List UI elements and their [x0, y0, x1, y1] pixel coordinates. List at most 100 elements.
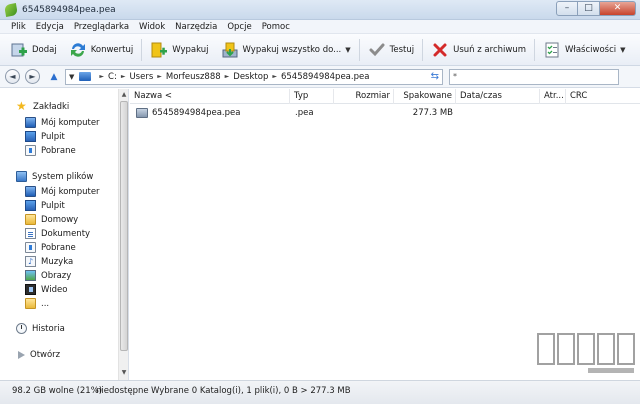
- status-selection: Wybrane 0 Katalog(i), 1 plik(i), 0 B > 2…: [151, 386, 351, 396]
- crumb-archive[interactable]: 6545894984pea.pea: [281, 72, 369, 82]
- computer-icon: [25, 186, 36, 197]
- convert-arrows-icon: [69, 41, 87, 59]
- sidebar-item-bookmark-downloads[interactable]: Pobrane: [25, 144, 76, 157]
- extract-label: Wypakuj: [172, 44, 209, 55]
- file-packed-size: 277.3 MB: [412, 108, 453, 118]
- toolbar-divider: [141, 38, 143, 61]
- crumb-desktop[interactable]: Desktop: [233, 72, 268, 82]
- sidebar-item-fs-more[interactable]: ...: [25, 297, 49, 310]
- menu-pomoc[interactable]: Pomoc: [257, 22, 295, 32]
- extract-button[interactable]: Wypakuj: [144, 37, 214, 63]
- video-icon: [25, 284, 36, 295]
- column-attributes[interactable]: Atr...: [540, 89, 566, 104]
- sidebar-item-fs-documents[interactable]: Dokumenty: [25, 227, 90, 240]
- star-icon: ★: [16, 99, 27, 113]
- folder-icon: [25, 298, 36, 309]
- add-label: Dodaj: [32, 44, 57, 55]
- refresh-icon[interactable]: ⇆: [431, 71, 439, 82]
- extract-all-label: Wypakuj wszystko do...: [242, 44, 342, 55]
- scroll-up-icon[interactable]: ▲: [119, 91, 129, 98]
- sidebar-item-fs-music[interactable]: ♪ Muzyka: [25, 255, 73, 268]
- table-row[interactable]: 6545894984pea.pea .pea 277.3 MB: [130, 107, 640, 120]
- crumb-separator-icon[interactable]: ►: [272, 73, 277, 80]
- close-button[interactable]: ✕: [600, 1, 636, 16]
- delete-label: Usuń z archiwum: [453, 44, 526, 55]
- filter-input[interactable]: *: [449, 68, 619, 85]
- minimize-button[interactable]: –: [556, 1, 578, 16]
- properties-dropdown-icon[interactable]: ▼: [620, 46, 625, 54]
- toolbar-divider: [358, 38, 360, 61]
- window-title: 6545894984pea.pea: [22, 4, 116, 15]
- crumb-separator-icon[interactable]: ►: [121, 73, 126, 80]
- crumb-user[interactable]: Morfeusz888: [166, 72, 221, 82]
- menu-opcje[interactable]: Opcje: [222, 22, 256, 32]
- file-type: .pea: [295, 108, 314, 118]
- delete-from-archive-button[interactable]: Usuń z archiwum: [425, 37, 532, 63]
- computer-icon: [79, 72, 92, 81]
- column-date[interactable]: Data/czas: [456, 89, 540, 104]
- sidebar-open[interactable]: Otwórz: [16, 350, 60, 360]
- column-crc[interactable]: CRC: [566, 89, 626, 104]
- desktop-icon: [25, 131, 36, 142]
- maximize-button[interactable]: □: [578, 1, 600, 16]
- properties-button[interactable]: Właściwości ▼: [537, 37, 632, 63]
- column-header-row: Nazwa < Typ Rozmiar Spakowane Data/czas …: [130, 89, 640, 104]
- menu-plik[interactable]: Plik: [6, 22, 31, 32]
- sidebar-scroll-thumb[interactable]: [120, 101, 128, 351]
- sidebar-history[interactable]: Historia: [16, 323, 65, 334]
- expand-triangle-icon: [18, 351, 25, 359]
- extract-all-icon: [221, 41, 239, 59]
- crumb-users[interactable]: Users: [129, 72, 153, 82]
- window-controls: – □ ✕: [556, 1, 636, 16]
- filesystem-icon: [16, 171, 27, 182]
- column-type[interactable]: Typ: [290, 89, 334, 104]
- column-size[interactable]: Rozmiar: [334, 89, 394, 104]
- crumb-separator-icon[interactable]: ►: [157, 73, 162, 80]
- column-packed[interactable]: Spakowane: [394, 89, 456, 104]
- sidebar-item-fs-desktop[interactable]: Pulpit: [25, 199, 65, 212]
- test-button[interactable]: Testuj: [362, 37, 421, 63]
- home-folder-icon: [25, 214, 36, 225]
- sidebar-item-fs-pictures[interactable]: Obrazy: [25, 269, 71, 282]
- extract-all-dropdown-icon[interactable]: ▼: [345, 46, 350, 54]
- pictures-icon: [25, 270, 36, 281]
- path-dropdown-icon[interactable]: ▼: [69, 73, 74, 81]
- forward-button[interactable]: ►: [25, 69, 40, 84]
- up-arrow-icon[interactable]: ▲: [49, 72, 59, 82]
- menu-narzedzia[interactable]: Narzędzia: [170, 22, 222, 32]
- back-button[interactable]: ◄: [5, 69, 20, 84]
- downloads-icon: [25, 145, 36, 156]
- sidebar-item-fs-video[interactable]: Wideo: [25, 283, 67, 296]
- path-breadcrumb[interactable]: ▼ ► C: ► Users ► Morfeusz888 ► Desktop ►…: [65, 68, 443, 85]
- checkmark-icon: [368, 41, 386, 59]
- file-name: 6545894984pea.pea: [152, 108, 241, 118]
- sidebar-scrollbar[interactable]: ▲ ▼: [118, 89, 128, 380]
- sidebar-item-bookmark-desktop[interactable]: Pulpit: [25, 130, 65, 143]
- convert-button[interactable]: Konwertuj: [63, 37, 140, 63]
- toolbar-divider: [534, 38, 535, 61]
- sidebar-item-fs-downloads[interactable]: Pobrane: [25, 241, 76, 254]
- title-bar: 6545894984pea.pea – □ ✕: [0, 0, 640, 20]
- history-clock-icon: [16, 323, 27, 334]
- crumb-separator-icon[interactable]: ►: [225, 73, 230, 80]
- crumb-drive[interactable]: C:: [108, 72, 117, 82]
- status-availability: niedostępne: [96, 386, 149, 396]
- extract-all-button[interactable]: Wypakuj wszystko do... ▼: [215, 37, 357, 63]
- scroll-down-icon[interactable]: ▼: [119, 369, 129, 376]
- downloads-icon: [25, 242, 36, 253]
- archive-file-icon: [136, 108, 148, 118]
- sidebar-item-bookmark-computer[interactable]: Mój komputer: [25, 116, 100, 129]
- sidebar: ★ Zakładki Mój komputer Pulpit Pobrane S…: [0, 89, 129, 380]
- column-name[interactable]: Nazwa <: [130, 89, 290, 104]
- menu-przegladarka[interactable]: Przeglądarka: [69, 22, 134, 32]
- menu-edycja[interactable]: Edycja: [31, 22, 69, 32]
- add-archive-icon: [10, 41, 28, 59]
- sidebar-item-fs-computer[interactable]: Mój komputer: [25, 185, 100, 198]
- menu-widok[interactable]: Widok: [134, 22, 170, 32]
- computer-icon: [25, 117, 36, 128]
- sidebar-filesystem-header[interactable]: System plików: [16, 171, 93, 182]
- crumb-separator-icon[interactable]: ►: [99, 73, 104, 80]
- add-button[interactable]: Dodaj: [4, 37, 63, 63]
- sidebar-item-fs-home[interactable]: Domowy: [25, 213, 78, 226]
- sidebar-bookmarks-header[interactable]: ★ Zakładki: [16, 99, 69, 113]
